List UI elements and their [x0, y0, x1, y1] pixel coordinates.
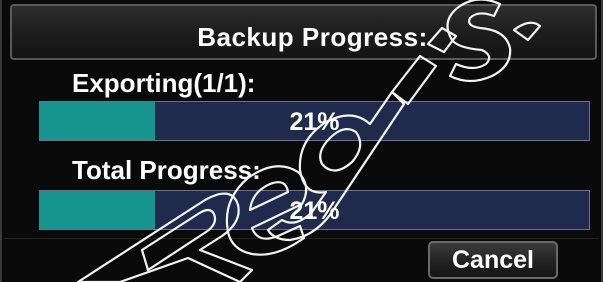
cancel-button[interactable]: Cancel	[428, 241, 558, 279]
total-progress-percent: 21%	[289, 197, 340, 225]
dialog-title: Backup Progress:	[197, 22, 428, 52]
exporting-label: Exporting(1/1):	[72, 68, 256, 98]
exporting-progress-bar: 21%	[39, 101, 590, 141]
dialog-titlebar: Backup Progress:	[10, 4, 597, 60]
backup-progress-dialog: Backup Progress: Exporting(1/1): 21% Tot…	[0, 0, 603, 282]
footer-divider	[4, 238, 599, 239]
exporting-progress-percent: 21%	[289, 108, 340, 136]
total-progress-bar: 21%	[39, 190, 590, 230]
total-progress-label: Total Progress:	[72, 155, 261, 185]
